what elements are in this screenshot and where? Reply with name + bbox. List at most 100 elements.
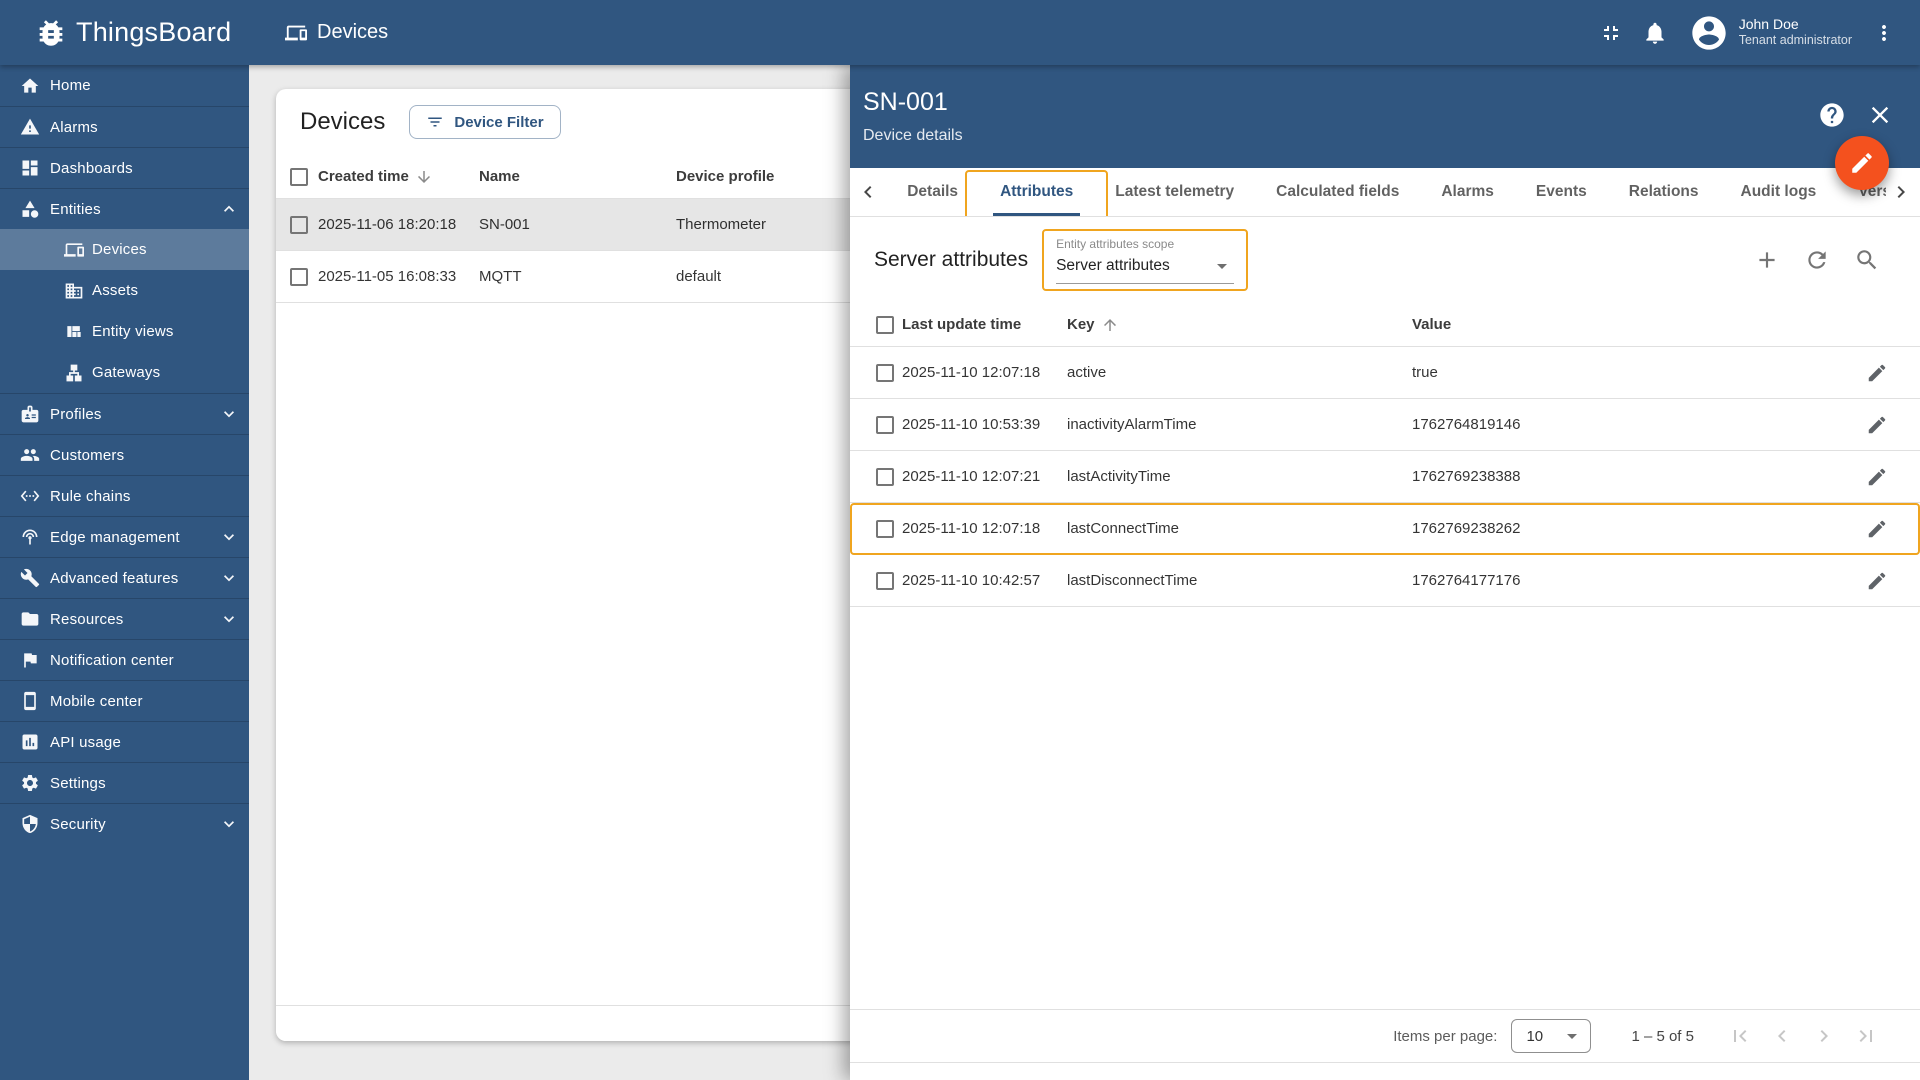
sidebar-item-settings[interactable]: Settings: [0, 762, 249, 803]
dashboard-icon: [20, 158, 40, 178]
sidebar-item-profiles[interactable]: Profiles: [0, 393, 249, 434]
lan-icon: [64, 363, 84, 383]
attribute-row-checkbox[interactable]: [876, 467, 894, 486]
tab-latest-telemetry[interactable]: Latest telemetry: [1094, 168, 1255, 216]
tabs-scroll-right-button[interactable]: [1882, 168, 1920, 216]
fullscreen-exit-icon: [1599, 21, 1623, 45]
column-name[interactable]: Name: [479, 168, 676, 185]
attribute-row-active[interactable]: 2025-11-10 12:07:18 active true: [850, 347, 1920, 399]
scope-highlight-box: Entity attributes scope Server attribute…: [1042, 229, 1249, 291]
sidebar-item-security[interactable]: Security: [0, 803, 249, 844]
tab-events[interactable]: Events: [1515, 168, 1608, 216]
first-page-button[interactable]: [1728, 1024, 1752, 1048]
edit-pencil-icon: [1849, 150, 1875, 176]
scope-label: Entity attributes scope: [1056, 237, 1175, 251]
edit-pencil-icon: [1866, 570, 1888, 592]
user-name: John Doe: [1738, 15, 1799, 32]
tab-audit-logs[interactable]: Audit logs: [1720, 168, 1838, 216]
device-row-checkbox[interactable]: [290, 215, 308, 234]
sidebar-item-assets[interactable]: Assets: [0, 270, 249, 311]
attribute-row-checkbox[interactable]: [876, 415, 894, 434]
sidebar-item-label: Alarms: [50, 118, 98, 136]
attribute-row-lastactivitytime[interactable]: 2025-11-10 12:07:21 lastActivityTime 17627…: [850, 451, 1920, 503]
sidebar-item-alarms[interactable]: Alarms: [0, 106, 249, 147]
previous-page-button[interactable]: [1770, 1024, 1794, 1048]
last-page-button[interactable]: [1854, 1024, 1878, 1048]
column-created-time[interactable]: Created time: [318, 168, 409, 185]
sidebar-item-notification-center[interactable]: Notification center: [0, 639, 249, 680]
close-details-button[interactable]: [1866, 101, 1894, 132]
attribute-row-lastdisconnecttime[interactable]: 2025-11-10 10:42:57 lastDisconnectTime 176…: [850, 555, 1920, 607]
select-all-attributes-checkbox[interactable]: [876, 315, 894, 334]
first-page-icon: [1728, 1024, 1752, 1048]
edit-attribute-button[interactable]: [1866, 518, 1888, 540]
add-attribute-button[interactable]: [1754, 247, 1780, 273]
attribute-row-inactivityalarmtime[interactable]: 2025-11-10 10:53:39 inactivityAlarmTime 17…: [850, 399, 1920, 451]
attributes-scope-select[interactable]: Server attributes: [1056, 254, 1235, 284]
sidebar-item-devices[interactable]: Devices: [0, 229, 249, 270]
tab-attributes[interactable]: Attributes: [965, 168, 1109, 216]
attribute-row-lastconnecttime[interactable]: 2025-11-10 12:07:18 lastConnectTime 176276…: [850, 503, 1920, 555]
attribute-value-cell: 1762764177176: [1412, 572, 1521, 589]
next-page-button[interactable]: [1812, 1024, 1836, 1048]
sidebar-item-gateways[interactable]: Gateways: [0, 352, 249, 393]
attribute-key-cell: lastActivityTime: [1067, 468, 1171, 485]
warning-icon: [20, 117, 40, 137]
device-row-checkbox[interactable]: [290, 267, 308, 286]
tab-details[interactable]: Details: [886, 168, 979, 216]
attribute-row-checkbox[interactable]: [876, 571, 894, 590]
attributes-actions: [1754, 247, 1880, 273]
sidebar-item-api-usage[interactable]: API usage: [0, 721, 249, 762]
sidebar-item-home[interactable]: Home: [0, 65, 249, 106]
fullscreen-exit-button[interactable]: [1589, 11, 1633, 55]
sidebar-item-resources[interactable]: Resources: [0, 598, 249, 639]
tab-calculated-fields[interactable]: Calculated fields: [1255, 168, 1420, 216]
search-button[interactable]: [1854, 247, 1880, 273]
select-all-devices-checkbox[interactable]: [290, 167, 308, 186]
sidebar-item-edge-management[interactable]: Edge management: [0, 516, 249, 557]
column-key[interactable]: Key: [1067, 316, 1095, 333]
column-value[interactable]: Value: [1412, 316, 1856, 333]
device-filter-button[interactable]: Device Filter: [409, 105, 561, 139]
attributes-table-body: 2025-11-10 12:07:18 active true 2025-11-10 …: [850, 347, 1920, 607]
attributes-pagination: Items per page: 10 1 – 5 of 5: [850, 1009, 1920, 1063]
sidebar-item-label: Profiles: [50, 405, 102, 423]
sidebar-item-label: Settings: [50, 774, 106, 792]
tab-relations[interactable]: Relations: [1608, 168, 1720, 216]
user-menu[interactable]: John Doe Tenant administrator: [1689, 13, 1852, 53]
chevron-up-icon: [219, 199, 239, 219]
sidebar-item-entity-views[interactable]: Entity views: [0, 311, 249, 352]
app-logo[interactable]: ThingsBoard: [0, 16, 249, 50]
chevron-down-icon: [219, 609, 239, 629]
devices-icon: [64, 240, 84, 260]
close-icon: [1866, 101, 1894, 129]
sidebar-item-entities[interactable]: Entities: [0, 188, 249, 229]
sidebar-item-label: Entity views: [92, 323, 174, 340]
sidebar-item-advanced-features[interactable]: Advanced features: [0, 557, 249, 598]
sort-asc-icon: [1101, 316, 1119, 334]
refresh-button[interactable]: [1804, 247, 1830, 273]
tabs-scroll-left-button[interactable]: [850, 168, 886, 216]
sidebar-item-rule-chains[interactable]: Rule chains: [0, 475, 249, 516]
tab-label: Alarms: [1441, 183, 1494, 200]
attribute-row-checkbox[interactable]: [876, 363, 894, 382]
edit-pencil-icon: [1866, 466, 1888, 488]
help-button[interactable]: [1818, 101, 1846, 132]
dropdown-arrow-icon: [1560, 1024, 1584, 1048]
items-per-page-label: Items per page:: [1393, 1027, 1498, 1045]
sidebar-item-label: Dashboards: [50, 159, 133, 177]
edit-attribute-button[interactable]: [1866, 570, 1888, 592]
edit-attribute-button[interactable]: [1866, 414, 1888, 436]
items-per-page-select[interactable]: 10: [1511, 1019, 1592, 1053]
tab-alarms[interactable]: Alarms: [1420, 168, 1515, 216]
more-options-button[interactable]: [1862, 11, 1906, 55]
sidebar-item-mobile-center[interactable]: Mobile center: [0, 680, 249, 721]
column-last-update-time[interactable]: Last update time: [902, 316, 1067, 333]
edit-attribute-button[interactable]: [1866, 362, 1888, 384]
sidebar-item-customers[interactable]: Customers: [0, 434, 249, 475]
attribute-row-checkbox[interactable]: [876, 519, 894, 538]
edit-attribute-button[interactable]: [1866, 466, 1888, 488]
edit-device-fab[interactable]: [1835, 136, 1889, 190]
sidebar-item-dashboards[interactable]: Dashboards: [0, 147, 249, 188]
notifications-button[interactable]: [1633, 11, 1677, 55]
